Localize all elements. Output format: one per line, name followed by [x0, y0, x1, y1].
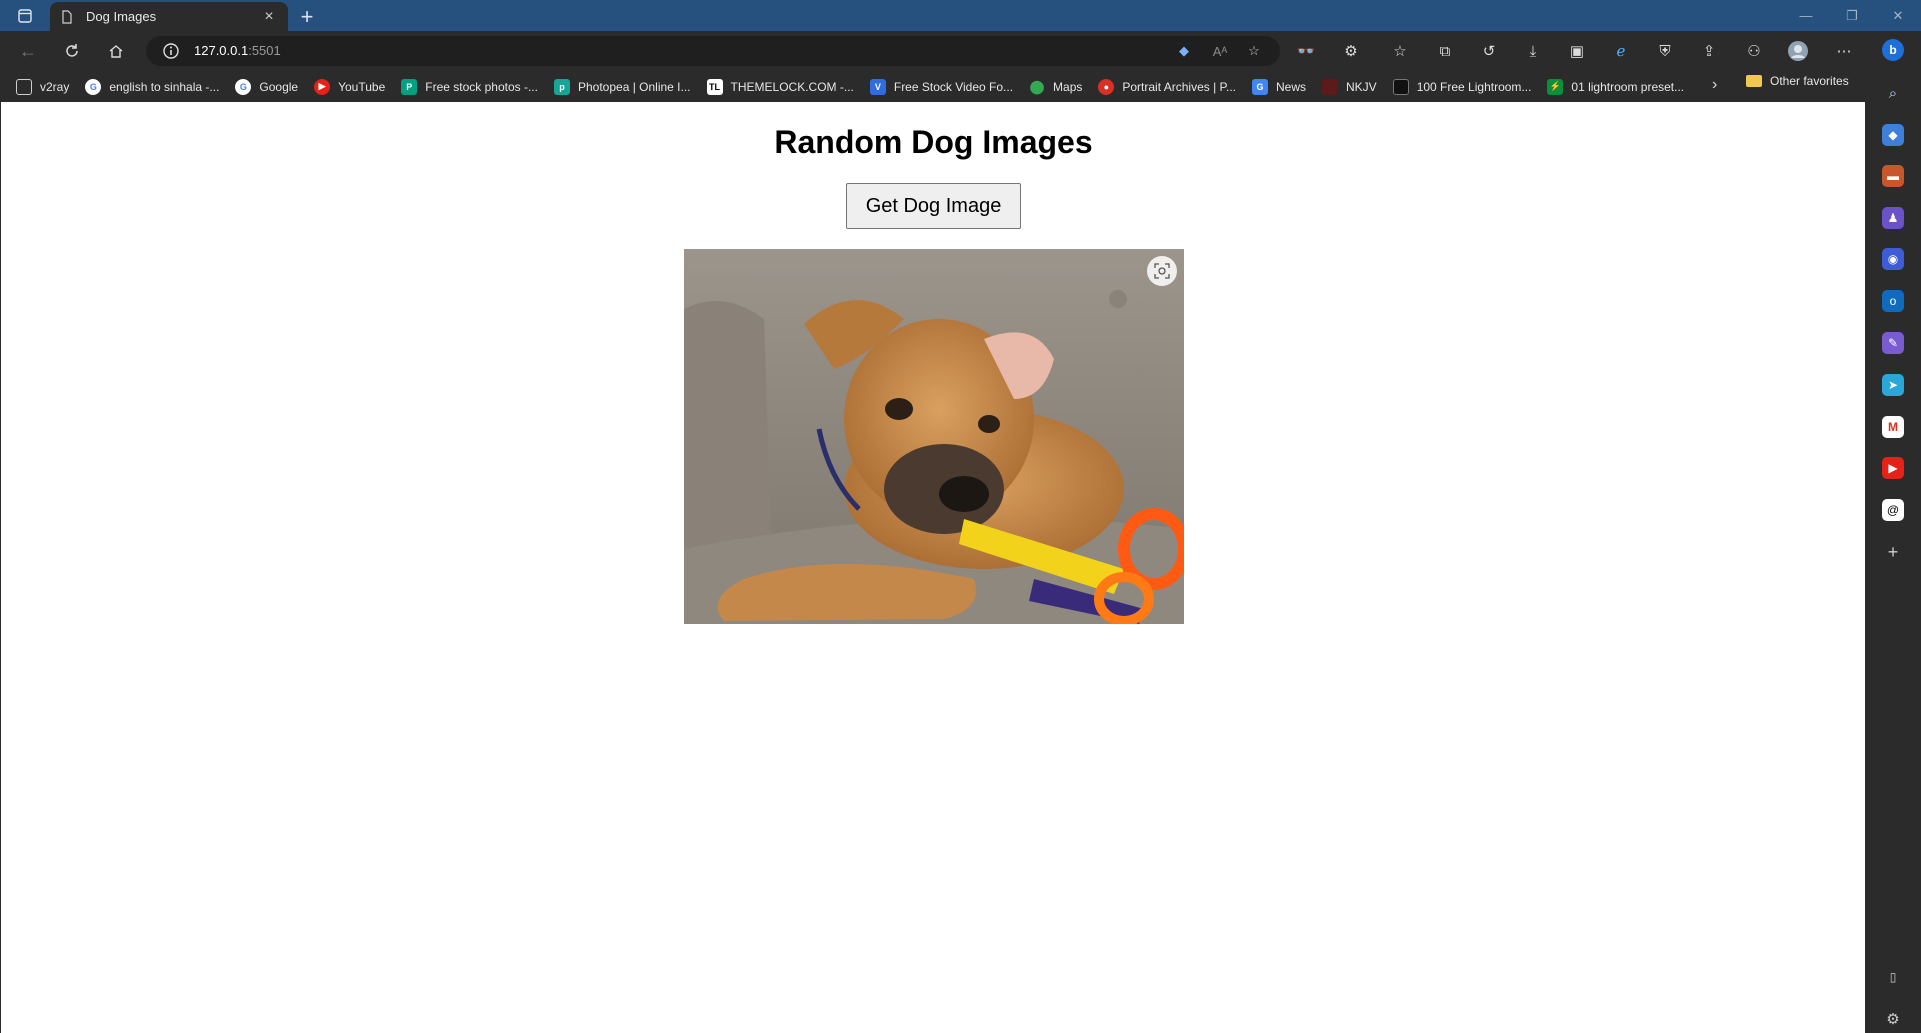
performance-icon[interactable]: ⚇: [1743, 41, 1765, 61]
home-icon: [109, 45, 123, 58]
minimize-button[interactable]: —: [1783, 0, 1829, 31]
nkjv-icon: [1322, 78, 1338, 95]
tab-actions-icon: [18, 9, 32, 23]
page-title: Random Dog Images: [774, 124, 1093, 160]
drop-icon[interactable]: ✎: [1882, 332, 1904, 354]
edge-sidebar: b ⌕ ◆ ▬ ♟ ◉ o ✎ ➤ M ▶ @ + ▯ ⚙: [1865, 31, 1921, 1033]
tools-icon[interactable]: ▬: [1882, 165, 1904, 187]
more-options-icon[interactable]: ⋯: [1833, 41, 1855, 61]
videvo-icon: V: [869, 78, 886, 95]
youtube-icon: ▶: [314, 78, 331, 95]
share-icon[interactable]: ⇪: [1698, 41, 1720, 61]
favorite-item[interactable]: p Photopea | Online I...: [548, 75, 697, 99]
back-button[interactable]: ←: [13, 37, 43, 65]
page-icon: [62, 9, 72, 24]
security-icon[interactable]: ⛨: [1654, 41, 1676, 61]
new-tab-button[interactable]: +: [295, 4, 319, 30]
glasses-extension-icon[interactable]: 👓: [1295, 41, 1317, 61]
close-window-button[interactable]: ✕: [1875, 0, 1921, 31]
favorite-item[interactable]: ● Portrait Archives | P...: [1092, 75, 1242, 99]
pexels-icon: P: [401, 78, 418, 95]
favorites-bar: v2ray Genglish to sinhala -... G Google ▶…: [0, 71, 1865, 102]
refresh-button[interactable]: [57, 37, 87, 65]
window-controls: — ❐ ✕: [1783, 0, 1921, 31]
favorite-item[interactable]: G Google: [229, 75, 304, 99]
tab-dog-images[interactable]: Dog Images ×: [50, 2, 288, 31]
extensions-icon[interactable]: ⚙: [1340, 41, 1362, 61]
news-icon: G: [1251, 78, 1268, 95]
favorite-item[interactable]: Genglish to sinhala -...: [79, 75, 225, 99]
navigation-bar: ← 127.0.0.1:5501 ◆ Aᴬ ☆ 👓 ⚙ ☆ ⧉ ↺ ⤓ ▣ ℯ …: [0, 31, 1865, 71]
shopping-icon[interactable]: ◆: [1882, 124, 1904, 146]
favorites-icon[interactable]: ☆: [1389, 41, 1411, 61]
photopea-icon: p: [553, 78, 570, 95]
favorite-item[interactable]: ▶ YouTube: [308, 75, 391, 99]
downloads-icon[interactable]: ⤓: [1522, 41, 1544, 61]
split-screen-icon[interactable]: ▯: [1882, 966, 1904, 988]
title-bar: Dog Images × + — ❐ ✕: [0, 0, 1921, 31]
chevron-right-icon[interactable]: ›: [1712, 76, 1717, 94]
favorite-item[interactable]: V Free Stock Video Fo...: [864, 75, 1019, 99]
google-icon: G: [85, 78, 102, 95]
coupon-icon[interactable]: ◆: [1174, 42, 1194, 60]
profile-avatar[interactable]: [1787, 41, 1809, 61]
favorite-item[interactable]: NKJV: [1316, 75, 1383, 99]
settings-icon[interactable]: ⚙: [1882, 1008, 1904, 1030]
google-icon: G: [235, 78, 252, 95]
maps-icon: ⬤: [1029, 78, 1045, 94]
refresh-icon: [66, 44, 78, 57]
favorite-item[interactable]: v2ray: [10, 75, 75, 99]
url-port: :5501: [248, 43, 281, 58]
page-icon: [16, 78, 32, 95]
favorite-item[interactable]: P Free stock photos -...: [395, 75, 544, 99]
bing-chat-icon[interactable]: b: [1882, 39, 1904, 61]
lightroom-icon: [1392, 78, 1409, 95]
get-dog-image-button[interactable]: Get Dog Image: [846, 183, 1021, 229]
favorite-item[interactable]: ⚡ 01 lightroom preset...: [1541, 75, 1690, 99]
browser-window: Dog Images × + — ❐ ✕ ← 127.0.0.1:5501 ◆ …: [0, 0, 1921, 1033]
favorite-item[interactable]: G News: [1246, 75, 1312, 99]
favorite-item[interactable]: 100 Free Lightroom...: [1387, 75, 1538, 99]
themelock-icon: TL: [706, 78, 723, 95]
address-bar[interactable]: 127.0.0.1:5501 ◆ Aᴬ ☆: [146, 36, 1280, 66]
favorite-item[interactable]: ⬤ Maps: [1023, 75, 1088, 99]
url-text: 127.0.0.1:5501: [194, 43, 281, 58]
read-aloud-icon[interactable]: Aᴬ: [1210, 42, 1230, 60]
visual-search-icon: [1154, 263, 1170, 279]
avatar-icon: [1788, 41, 1808, 61]
microsoft-365-icon[interactable]: ◉: [1882, 248, 1904, 270]
restore-button[interactable]: ❐: [1829, 0, 1875, 31]
tab-actions-button[interactable]: [10, 6, 40, 26]
gmail-icon[interactable]: M: [1882, 416, 1904, 438]
close-tab-icon[interactable]: ×: [260, 8, 278, 26]
other-favorites[interactable]: Other favorites: [1746, 74, 1849, 88]
site-info-icon[interactable]: [162, 42, 180, 60]
web-capture-icon[interactable]: ▣: [1566, 41, 1588, 61]
tab-title: Dog Images: [86, 9, 157, 24]
add-icon[interactable]: +: [1882, 541, 1904, 563]
folder-icon: [1746, 75, 1762, 87]
page-viewport: Random Dog Images Get Dog Image: [0, 102, 1865, 1033]
dog-image: [684, 249, 1184, 624]
youtube-icon[interactable]: ▶: [1882, 457, 1904, 479]
history-icon[interactable]: ↺: [1478, 41, 1500, 61]
games-icon[interactable]: ♟: [1882, 207, 1904, 229]
url-host: 127.0.0.1: [194, 43, 249, 58]
telegram-icon[interactable]: ➤: [1882, 374, 1904, 396]
portrait-icon: ●: [1098, 78, 1115, 95]
favorite-item[interactable]: TL THEMELOCK.COM -...: [701, 75, 860, 99]
search-icon[interactable]: ⌕: [1882, 82, 1904, 104]
home-button[interactable]: [101, 37, 131, 65]
add-favorite-icon[interactable]: ☆: [1244, 42, 1264, 60]
threads-icon[interactable]: @: [1882, 499, 1904, 521]
dog-photo-illustration: [684, 249, 1184, 624]
visual-search-button[interactable]: [1147, 256, 1177, 286]
collections-icon[interactable]: ⧉: [1434, 41, 1456, 61]
edge-icon[interactable]: ℯ: [1610, 41, 1632, 61]
preset-icon: ⚡: [1547, 78, 1564, 95]
outlook-icon[interactable]: o: [1882, 290, 1904, 312]
